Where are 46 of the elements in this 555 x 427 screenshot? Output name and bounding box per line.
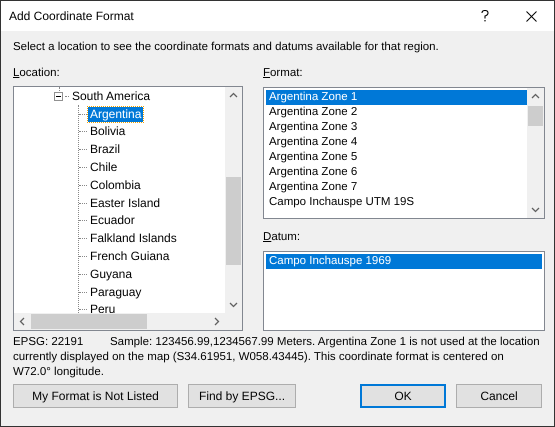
vertical-scrollbar[interactable] xyxy=(527,88,544,218)
format-item[interactable]: Argentina Zone 7 xyxy=(266,180,527,195)
tree-item[interactable]: Guyana xyxy=(88,266,134,282)
format-item[interactable]: Argentina Zone 2 xyxy=(266,105,527,120)
tree-item[interactable]: French Guiana xyxy=(88,248,172,264)
datum-label: Datum: xyxy=(263,231,302,245)
location-label: Location: xyxy=(13,67,61,81)
close-icon xyxy=(526,10,536,22)
scroll-thumb[interactable] xyxy=(226,177,241,266)
tree-item[interactable]: Easter Island xyxy=(88,196,162,211)
dialog-button[interactable]: My Format is Not Listed xyxy=(13,384,178,408)
dialog-button[interactable]: OK xyxy=(360,384,446,408)
window-title: Add Coordinate Format xyxy=(9,9,135,23)
scroll-up-icon[interactable] xyxy=(531,92,540,101)
tree-item[interactable]: Brazil xyxy=(88,142,122,158)
format-item[interactable]: Argentina Zone 3 xyxy=(266,120,527,135)
tree-item[interactable]: Ecuador xyxy=(88,213,137,228)
tree-item[interactable]: Peru xyxy=(88,302,118,313)
format-label: Format: xyxy=(263,67,304,81)
format-info-text: EPSG: 22191 Sample: 123456.99,1234567.99 Meters. Argentina Zone 1 is not used at the location currently displayed on the map (S34.61951, W058.43445). This coordinate format is centered on W72.0° longitude. xyxy=(13,335,541,380)
tree-item[interactable]: Falkland Islands xyxy=(88,231,179,246)
datum-item[interactable]: Campo Inchauspe 1969 xyxy=(266,254,542,269)
horizontal-scrollbar[interactable] xyxy=(14,313,242,330)
format-item[interactable]: Campo Inchauspe UTM 19S xyxy=(266,195,527,210)
scroll-thumb[interactable] xyxy=(31,314,147,329)
format-item[interactable]: Argentina Zone 4 xyxy=(266,135,527,150)
help-icon xyxy=(481,10,489,22)
tree-item[interactable]: Bolivia xyxy=(88,124,128,140)
dialog-button[interactable]: Find by EPSG... xyxy=(188,384,296,408)
tree-item[interactable]: Chile xyxy=(88,160,120,175)
scroll-down-icon[interactable] xyxy=(229,300,238,309)
dialog-button[interactable]: Cancel xyxy=(456,384,542,408)
tree-item[interactable]: Paraguay xyxy=(88,284,144,300)
scroll-right-icon[interactable] xyxy=(212,317,221,326)
tree-item[interactable]: Argentina xyxy=(88,106,144,122)
tree-item[interactable]: South America xyxy=(70,88,152,104)
format-item[interactable]: Argentina Zone 6 xyxy=(266,165,527,180)
format-item[interactable]: Argentina Zone 5 xyxy=(266,150,527,165)
instruction-text: Select a location to see the coordinate formats and datums available for that region. xyxy=(13,41,440,53)
scroll-thumb[interactable] xyxy=(528,106,543,126)
format-item[interactable]: Argentina Zone 1 xyxy=(266,90,527,105)
scroll-down-icon[interactable] xyxy=(531,205,540,214)
scroll-left-icon[interactable] xyxy=(18,317,27,326)
tree-item[interactable]: Colombia xyxy=(88,178,143,193)
collapse-icon[interactable] xyxy=(54,92,63,101)
vertical-scrollbar[interactable] xyxy=(225,87,242,313)
